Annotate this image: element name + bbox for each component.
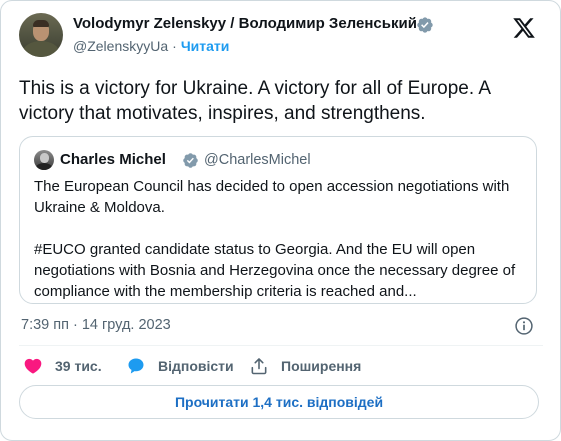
- quoted-tweet[interactable]: Charles Michel @CharlesMichel The Europe…: [19, 136, 537, 304]
- share-button[interactable]: Поширення: [249, 355, 361, 377]
- read-replies-button[interactable]: Прочитати 1,4 тис. відповідей: [19, 385, 539, 419]
- quoted-tweet-text: The European Council has decided to open…: [34, 178, 516, 300]
- author-avatar[interactable]: [19, 13, 63, 57]
- tweet-text: This is a victory for Ukraine. A victory…: [19, 78, 490, 124]
- verified-badge-icon: [183, 153, 198, 168]
- verified-badge-icon: [417, 17, 433, 33]
- author-handle[interactable]: @ZelenskyyUa: [73, 38, 168, 54]
- share-upload-icon: [251, 358, 267, 375]
- follow-link[interactable]: Читати: [181, 38, 230, 54]
- reply-button[interactable]: Відповісти: [126, 355, 234, 377]
- tweet-timestamp[interactable]: 7:39 пп · 14 груд. 2023: [21, 317, 171, 333]
- like-count: 39 тис.: [55, 358, 102, 374]
- quoted-author-avatar[interactable]: [34, 150, 54, 170]
- info-icon[interactable]: [514, 316, 534, 336]
- embedded-tweet-card: Volodymyr Zelenskyy / Володимир Зеленськ…: [0, 0, 561, 441]
- quoted-author-handle[interactable]: @CharlesMichel: [204, 152, 311, 168]
- quoted-author-name[interactable]: Charles Michel: [60, 151, 166, 168]
- separator-dot: ·: [172, 38, 177, 54]
- like-button[interactable]: 39 тис.: [23, 355, 102, 377]
- author-handle-row: @ZelenskyyUa · Читати: [73, 38, 229, 54]
- author-name[interactable]: Volodymyr Zelenskyy / Володимир Зеленськ…: [73, 15, 417, 32]
- reply-label: Відповісти: [158, 358, 234, 374]
- reply-bubble-icon: [128, 358, 144, 374]
- heart-icon: [24, 358, 42, 374]
- x-logo-icon[interactable]: [512, 16, 536, 40]
- share-label: Поширення: [281, 358, 362, 374]
- divider: [19, 345, 543, 346]
